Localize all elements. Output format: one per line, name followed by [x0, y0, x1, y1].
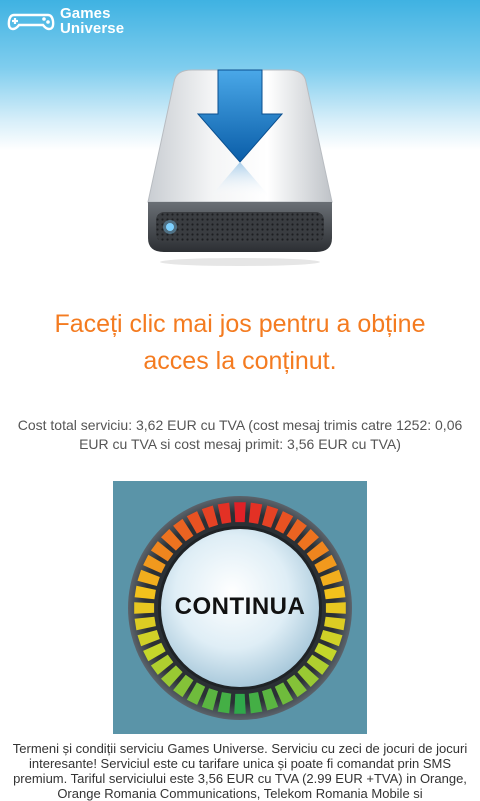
- logo-text: Games Universe: [60, 6, 124, 36]
- continue-button[interactable]: CONTINUA: [113, 481, 367, 734]
- games-universe-logo[interactable]: Games Universe: [6, 6, 124, 36]
- cost-info: Cost total serviciu: 3,62 EUR cu TVA (co…: [17, 417, 463, 452]
- headline-line1: Faceți clic mai jos pentru a obține: [54, 310, 426, 338]
- gauge-tick: [234, 693, 246, 714]
- continue-label: CONTINUA: [174, 593, 306, 620]
- page-headline: Faceți clic mai jos pentru a obține acce…: [20, 306, 460, 380]
- terms-text: Termeni și condiții serviciu Games Unive…: [12, 741, 468, 801]
- headline-line2: acces la conținut.: [143, 347, 337, 375]
- gauge-tick: [234, 502, 246, 523]
- download-drive-icon: [147, 69, 333, 266]
- gamepad-icon: [7, 13, 55, 31]
- logo-line2: Universe: [60, 20, 125, 37]
- logo-line1: Games: [60, 5, 111, 22]
